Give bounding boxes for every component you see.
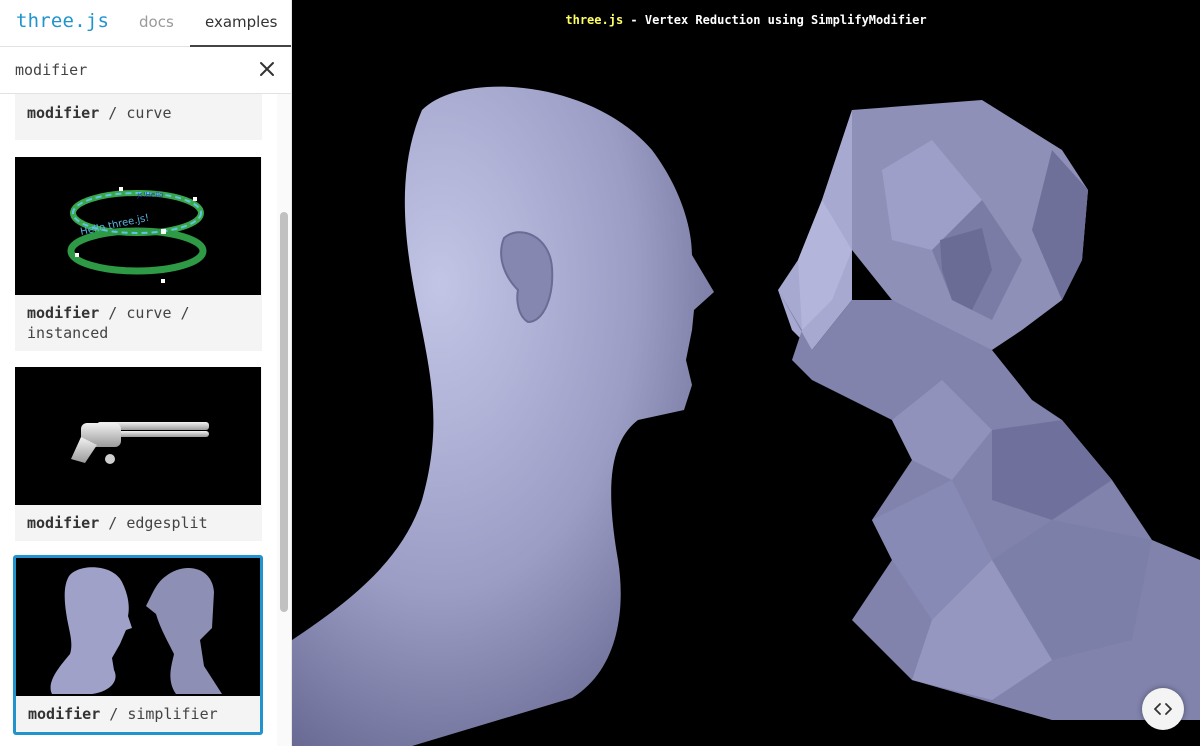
thumbnail-curve-instanced: Hello three.js! .js!Hello — [67, 187, 207, 283]
view-source-button[interactable] — [1142, 688, 1184, 730]
thumbnail-heads — [50, 567, 222, 694]
example-card-simplifier[interactable]: modifier / simplifier — [13, 555, 263, 735]
example-category: modifier — [28, 705, 101, 723]
sidebar: three.js docs examples modifier / curve … — [0, 0, 292, 746]
example-card-edgesplit[interactable]: modifier / edgesplit — [15, 367, 262, 541]
scrollbar-thumb[interactable] — [280, 212, 288, 612]
example-path: / edgesplit — [99, 514, 208, 532]
examples-list: modifier / curve Hello three.js! .js!Hel… — [0, 94, 276, 746]
thumbnail-revolver — [71, 422, 209, 464]
example-title: modifier / curve / instanced — [27, 303, 252, 343]
sidebar-header: three.js docs examples — [0, 0, 291, 47]
example-path: / simplifier — [100, 705, 218, 723]
info-link[interactable]: three.js — [565, 13, 623, 27]
close-icon[interactable] — [258, 60, 276, 78]
svg-text:.js!Hello: .js!Hello — [135, 191, 163, 199]
example-path: / curve — [99, 104, 172, 122]
example-category: modifier — [27, 514, 100, 532]
example-thumbnail — [16, 558, 260, 696]
example-card-curve-instanced[interactable]: Hello three.js! .js!Hello modifier / cur… — [15, 157, 262, 351]
example-title: modifier / edgesplit — [27, 513, 252, 533]
info-overlay: three.js - Vertex Reduction using Simpli… — [292, 13, 1200, 27]
logo[interactable]: three.js — [16, 10, 109, 32]
lowpoly-head — [778, 100, 1200, 720]
example-title: modifier / simplifier — [28, 704, 253, 724]
code-icon — [1154, 703, 1172, 715]
tab-examples[interactable]: examples — [205, 13, 277, 31]
filter-bar — [0, 47, 291, 94]
render-viewport[interactable]: three.js - Vertex Reduction using Simpli… — [292, 0, 1200, 746]
example-thumbnail — [15, 367, 261, 505]
example-category: modifier — [27, 104, 100, 122]
example-card-curve[interactable]: modifier / curve — [15, 94, 262, 140]
search-input[interactable] — [15, 57, 245, 83]
example-category: modifier — [27, 304, 100, 322]
scene-canvas[interactable] — [292, 0, 1200, 746]
example-thumbnail: Hello three.js! .js!Hello — [15, 157, 261, 295]
example-title: modifier / curve — [27, 103, 252, 123]
smooth-head — [292, 86, 714, 746]
info-text: - Vertex Reduction using SimplifyModifie… — [623, 13, 927, 27]
tab-docs[interactable]: docs — [139, 13, 174, 31]
